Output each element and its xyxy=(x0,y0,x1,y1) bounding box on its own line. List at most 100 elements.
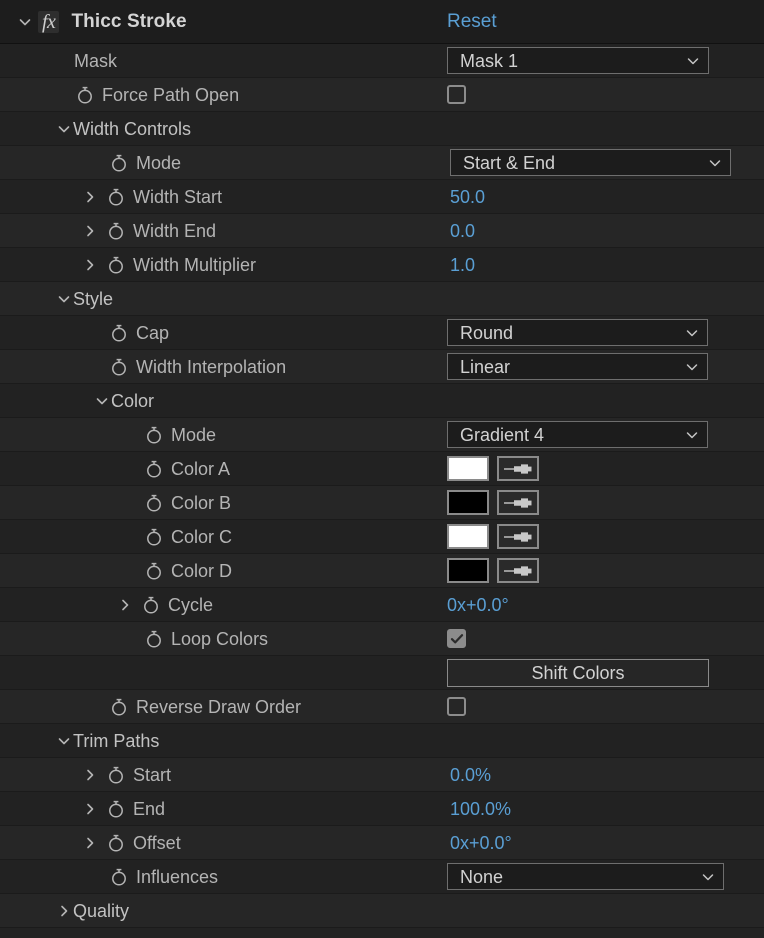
stopwatch-icon[interactable] xyxy=(105,832,127,854)
row-width-multiplier-left: Width Multiplier xyxy=(0,248,256,281)
color-b-swatch[interactable] xyxy=(447,490,489,515)
label-reverse-draw-order: Reverse Draw Order xyxy=(136,698,301,716)
eyedropper-icon[interactable] xyxy=(497,524,539,549)
width-interpolation-dropdown[interactable]: Linear xyxy=(447,353,708,380)
row-trim-paths-left[interactable]: Trim Paths xyxy=(0,724,159,757)
row-width-interpolation: Width Interpolation Linear xyxy=(0,350,764,384)
shift-colors-button[interactable]: Shift Colors xyxy=(447,659,709,687)
row-cycle-left: Cycle xyxy=(0,588,213,621)
twirl-down-icon[interactable] xyxy=(55,120,73,138)
stopwatch-icon[interactable] xyxy=(140,594,162,616)
row-trim-offset-left: Offset xyxy=(0,826,181,859)
row-cap-left: Cap xyxy=(0,316,169,349)
row-trim-start-left: Start xyxy=(0,758,171,791)
loop-colors-checkbox[interactable] xyxy=(447,629,466,648)
row-color-d-value xyxy=(447,554,539,587)
force-path-open-checkbox[interactable] xyxy=(447,85,466,104)
color-a-swatch[interactable] xyxy=(447,456,489,481)
twirl-right-icon[interactable] xyxy=(81,222,99,240)
row-width-controls-left[interactable]: Width Controls xyxy=(0,112,191,145)
stopwatch-icon[interactable] xyxy=(108,322,130,344)
label-width-mode: Mode xyxy=(136,154,181,172)
twirl-down-icon[interactable] xyxy=(55,290,73,308)
row-width-mode: Mode Start & End xyxy=(0,146,764,180)
chevron-down-icon xyxy=(685,326,699,340)
label-influences: Influences xyxy=(136,868,218,886)
stopwatch-icon[interactable] xyxy=(143,424,165,446)
reset-link[interactable]: Reset xyxy=(447,11,497,33)
stopwatch-icon[interactable] xyxy=(143,526,165,548)
color-a-controls xyxy=(447,456,539,481)
stopwatch-icon[interactable] xyxy=(108,696,130,718)
chevron-down-icon xyxy=(685,360,699,374)
eyedropper-icon[interactable] xyxy=(497,558,539,583)
width-mode-dropdown[interactable]: Start & End xyxy=(450,149,731,176)
color-c-swatch[interactable] xyxy=(447,524,489,549)
stopwatch-icon[interactable] xyxy=(105,798,127,820)
twirl-right-icon[interactable] xyxy=(81,766,99,784)
effect-twirl-down-icon[interactable] xyxy=(14,15,36,29)
row-quality-left[interactable]: Quality xyxy=(0,894,129,927)
twirl-right-icon[interactable] xyxy=(81,834,99,852)
stopwatch-icon[interactable] xyxy=(74,84,96,106)
influences-dropdown[interactable]: None xyxy=(447,863,724,890)
twirl-down-icon[interactable] xyxy=(55,732,73,750)
stopwatch-icon[interactable] xyxy=(108,356,130,378)
twirl-right-icon[interactable] xyxy=(55,902,73,920)
cap-dropdown[interactable]: Round xyxy=(447,319,708,346)
stopwatch-icon[interactable] xyxy=(105,186,127,208)
color-mode-dropdown[interactable]: Gradient 4 xyxy=(447,421,708,448)
width-multiplier-value[interactable]: 1.0 xyxy=(450,256,475,274)
row-color-d: Color D xyxy=(0,554,764,588)
eyedropper-icon[interactable] xyxy=(497,490,539,515)
label-color-a: Color A xyxy=(171,460,230,478)
stopwatch-icon[interactable] xyxy=(105,220,127,242)
stopwatch-icon[interactable] xyxy=(105,764,127,786)
row-cap: Cap Round xyxy=(0,316,764,350)
row-trim-end-left: End xyxy=(0,792,165,825)
twirl-right-icon[interactable] xyxy=(81,256,99,274)
stopwatch-icon[interactable] xyxy=(105,254,127,276)
stopwatch-icon[interactable] xyxy=(143,560,165,582)
color-d-controls xyxy=(447,558,539,583)
color-c-controls xyxy=(447,524,539,549)
twirl-right-icon[interactable] xyxy=(81,800,99,818)
row-color-b: Color B xyxy=(0,486,764,520)
twirl-down-icon[interactable] xyxy=(93,392,111,410)
row-color-left[interactable]: Color xyxy=(0,384,154,417)
twirl-right-icon[interactable] xyxy=(116,596,134,614)
effect-header: fx Thicc Stroke Reset xyxy=(0,0,764,44)
row-width-mode-value: Start & End xyxy=(450,146,731,179)
label-width-start: Width Start xyxy=(133,188,222,206)
stopwatch-icon[interactable] xyxy=(108,866,130,888)
width-end-value[interactable]: 0.0 xyxy=(450,222,475,240)
trim-start-value[interactable]: 0.0% xyxy=(450,766,491,784)
stopwatch-icon[interactable] xyxy=(108,152,130,174)
label-quality: Quality xyxy=(73,902,129,920)
stopwatch-icon[interactable] xyxy=(143,492,165,514)
color-d-swatch[interactable] xyxy=(447,558,489,583)
reverse-draw-order-checkbox[interactable] xyxy=(447,697,466,716)
trim-end-value[interactable]: 100.0% xyxy=(450,800,511,818)
stopwatch-icon[interactable] xyxy=(143,458,165,480)
row-force-path-open: Force Path Open xyxy=(0,78,764,112)
row-trim-offset: Offset 0x+0.0° xyxy=(0,826,764,860)
label-color-d: Color D xyxy=(171,562,232,580)
row-loop-colors-value xyxy=(447,622,466,655)
trim-offset-value[interactable]: 0x+0.0° xyxy=(450,834,512,852)
row-trim-offset-value: 0x+0.0° xyxy=(450,826,512,859)
chevron-down-icon xyxy=(701,870,715,884)
mask-dropdown[interactable]: Mask 1 xyxy=(447,47,709,74)
row-width-interpolation-value: Linear xyxy=(447,350,708,383)
chevron-down-icon xyxy=(708,156,722,170)
cycle-value[interactable]: 0x+0.0° xyxy=(447,596,509,614)
row-width-start-left: Width Start xyxy=(0,180,222,213)
twirl-right-icon[interactable] xyxy=(81,188,99,206)
eyedropper-icon[interactable] xyxy=(497,456,539,481)
label-color-c: Color C xyxy=(171,528,232,546)
stopwatch-icon[interactable] xyxy=(143,628,165,650)
chevron-down-icon xyxy=(685,428,699,442)
label-trim-paths: Trim Paths xyxy=(73,732,159,750)
row-style-left[interactable]: Style xyxy=(0,282,113,315)
width-start-value[interactable]: 50.0 xyxy=(450,188,485,206)
